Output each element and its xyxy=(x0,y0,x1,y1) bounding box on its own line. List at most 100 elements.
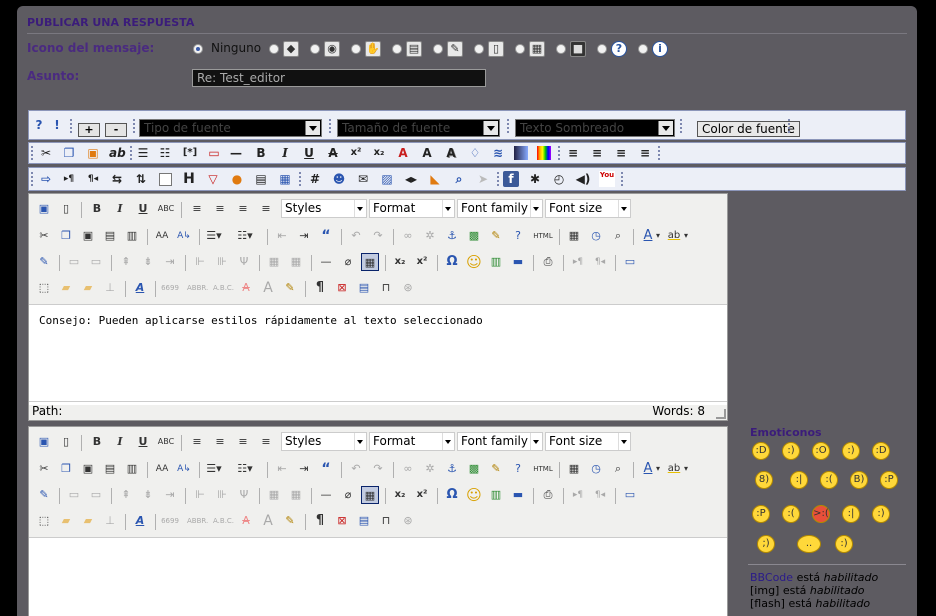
font-size-select[interactable]: Tamaño de fuente xyxy=(337,119,500,137)
move-forward-icon[interactable]: ▰ xyxy=(57,512,75,530)
find-icon[interactable]: AA xyxy=(153,227,171,245)
delete-col-icon[interactable]: Ψ xyxy=(235,253,253,271)
emoticon-frown[interactable]: :( xyxy=(782,505,800,523)
text-shadow-select[interactable]: Texto Sombreado xyxy=(515,119,675,137)
emoticon-tongue[interactable]: :P xyxy=(880,471,898,489)
emoticon-eyes[interactable]: .. xyxy=(797,535,821,553)
ab-icon[interactable]: ab xyxy=(109,145,126,161)
numbered-list-icon[interactable]: ☷▾ xyxy=(236,460,254,478)
box-icon[interactable] xyxy=(159,173,172,186)
emoticon-surprised[interactable]: :O xyxy=(812,442,830,460)
justify-icon[interactable]: ≡ xyxy=(257,433,275,451)
align-right-icon[interactable]: ≡ xyxy=(234,433,252,451)
insert-time-icon[interactable]: ◷ xyxy=(587,227,605,245)
icon-radio-none[interactable] xyxy=(193,44,203,54)
new-document-icon[interactable]: ▯ xyxy=(57,433,75,451)
template-icon[interactable]: ▤ xyxy=(355,279,373,297)
media-icon[interactable]: ▥ xyxy=(487,486,505,504)
visual-aid-icon[interactable]: ▦ xyxy=(361,253,379,271)
insert-layer-icon[interactable]: ⬚ xyxy=(35,279,53,297)
spoiler-icon[interactable]: ▤ xyxy=(253,171,269,187)
subscript-button[interactable]: x₂ xyxy=(391,253,409,271)
italic-button[interactable]: I xyxy=(111,200,129,218)
heading-icon[interactable]: H xyxy=(181,171,197,187)
text-shadow-icon[interactable]: A xyxy=(443,145,459,161)
deletion-icon[interactable]: A xyxy=(237,279,255,297)
italic-button[interactable]: I xyxy=(111,433,129,451)
numbered-list-icon[interactable]: ☷▾ xyxy=(236,227,254,245)
scissors-icon[interactable]: ✂ xyxy=(35,227,53,245)
edit-css-icon[interactable]: ✎ xyxy=(35,253,53,271)
link-icon[interactable]: ∞ xyxy=(399,227,417,245)
page-break-icon[interactable]: ⊓ xyxy=(377,279,395,297)
edit-css-icon[interactable]: ✎ xyxy=(35,486,53,504)
absolute-icon[interactable]: ⊥ xyxy=(101,512,119,530)
chevron-down-icon[interactable]: ▾ xyxy=(681,460,691,478)
emoticon-blush[interactable]: :) xyxy=(835,535,853,553)
cleanup-icon[interactable]: ✎ xyxy=(487,227,505,245)
remove-format-icon[interactable]: ⌀ xyxy=(339,486,357,504)
visual-chars-icon[interactable]: ¶ xyxy=(311,279,329,297)
horizontal-rule-icon[interactable]: — xyxy=(317,486,335,504)
code-icon[interactable]: ▭ xyxy=(206,145,222,161)
strikethrough-button[interactable]: ABC xyxy=(157,200,175,218)
emoticon-cool[interactable]: 8) xyxy=(755,471,773,489)
copy-icon[interactable]: ❐ xyxy=(61,145,77,161)
icon-radio-3[interactable] xyxy=(351,44,361,54)
blockquote-icon[interactable]: “ xyxy=(317,460,335,478)
resize-grip-icon[interactable] xyxy=(716,409,726,419)
youtube-icon[interactable]: You xyxy=(599,171,615,187)
image-icon[interactable]: ▩ xyxy=(465,227,483,245)
cite-icon[interactable]: 6699 xyxy=(161,279,179,297)
marquee-icon[interactable]: ⇆ xyxy=(109,171,125,187)
stream-icon[interactable]: ◣ xyxy=(427,171,443,187)
table-cell-props-icon[interactable]: ▭ xyxy=(87,253,105,271)
restore-draft-icon[interactable]: ⊛ xyxy=(399,512,417,530)
table-cell-props-icon[interactable]: ▭ xyxy=(87,486,105,504)
replace-icon[interactable]: A↳ xyxy=(175,227,193,245)
split-cells-icon[interactable]: ▦ xyxy=(265,486,283,504)
abbr-icon[interactable]: ABBR. xyxy=(187,279,208,297)
hash-icon[interactable]: # xyxy=(307,171,323,187)
merge-cells-icon[interactable]: ▦ xyxy=(287,253,305,271)
delete-row-icon[interactable]: ⇥ xyxy=(161,486,179,504)
decrease-button[interactable]: - xyxy=(105,123,127,137)
icon-radio-8[interactable] xyxy=(556,44,566,54)
emoticon-shades[interactable]: B) xyxy=(850,471,868,489)
align-left-icon[interactable]: ≡ xyxy=(188,200,206,218)
format-select[interactable]: Format xyxy=(369,199,455,218)
align-left-icon[interactable]: ≡ xyxy=(188,433,206,451)
sound-icon[interactable]: ◀) xyxy=(575,171,591,187)
attributes-icon[interactable]: ✎ xyxy=(281,512,299,530)
insert-row-before-icon[interactable]: ⇞ xyxy=(117,486,135,504)
emoticon-icon[interactable]: ☺ xyxy=(465,486,483,504)
bullet-list-icon[interactable]: ☰▾ xyxy=(205,460,223,478)
icon-radio-9[interactable] xyxy=(597,44,607,54)
font-size-select[interactable]: Font size xyxy=(545,199,631,218)
special-char-icon[interactable]: Ω xyxy=(443,486,461,504)
list-item-icon[interactable]: [*] xyxy=(179,145,201,161)
insert-date-icon[interactable]: ▦ xyxy=(565,227,583,245)
acronym-icon[interactable]: A.B.C. xyxy=(213,512,234,530)
paste-text-icon[interactable]: ▤ xyxy=(101,460,119,478)
emoticon-wink-tongue[interactable]: :P xyxy=(752,505,770,523)
move-backward-icon[interactable]: ▰ xyxy=(79,512,97,530)
copy-icon[interactable]: ❐ xyxy=(57,460,75,478)
insert-row-before-icon[interactable]: ⇞ xyxy=(117,253,135,271)
align-right-icon[interactable]: ≡ xyxy=(234,200,252,218)
wave-icon[interactable]: ≋ xyxy=(490,145,506,161)
insert-col-before-icon[interactable]: ⊩ xyxy=(191,253,209,271)
paste-word-icon[interactable]: ▥ xyxy=(123,227,141,245)
help-icon[interactable]: ? xyxy=(509,227,527,245)
visual-aid-icon[interactable]: ▦ xyxy=(361,486,379,504)
table-icon[interactable]: ▦ xyxy=(277,171,293,187)
indent-icon[interactable]: ⇥ xyxy=(295,460,313,478)
align-left-icon[interactable]: ≡ xyxy=(565,145,581,161)
paste-word-icon[interactable]: ▥ xyxy=(123,460,141,478)
print-icon[interactable]: ⎙ xyxy=(539,253,557,271)
numbered-list-icon[interactable]: ☷ xyxy=(157,145,173,161)
styleprops-icon[interactable]: A xyxy=(131,512,149,530)
strikethrough-icon[interactable]: A xyxy=(325,145,341,161)
subject-input[interactable]: Re: Test_editor xyxy=(192,69,486,87)
insertion-icon[interactable]: A xyxy=(259,279,277,297)
